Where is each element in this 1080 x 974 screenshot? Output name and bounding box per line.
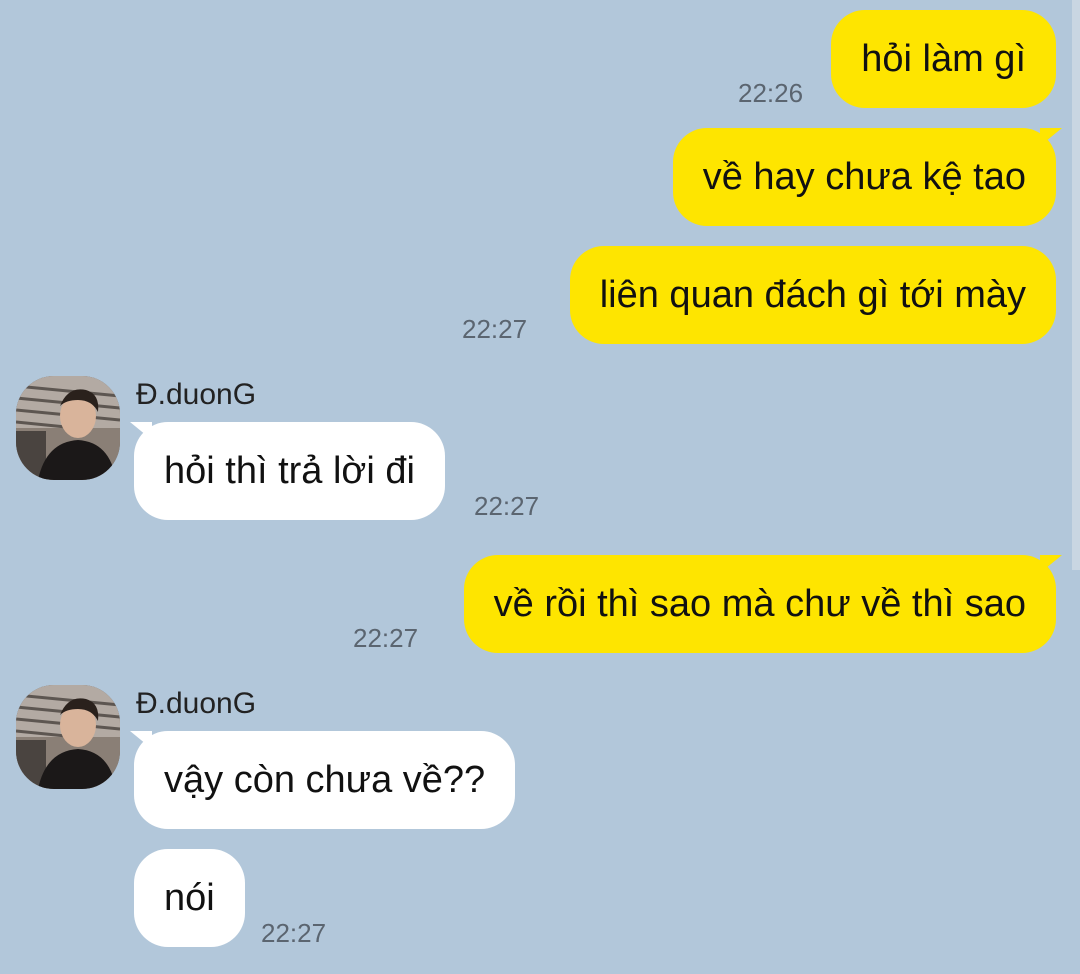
sender-name: Đ.duonG xyxy=(136,687,257,720)
message-bubble-outgoing[interactable]: về rồi thì sao mà chư về thì sao xyxy=(463,555,1056,653)
message-timestamp: 22:27 xyxy=(474,491,540,521)
message-bubble-incoming[interactable]: nói xyxy=(134,849,245,947)
scrollbar[interactable] xyxy=(1072,0,1080,570)
message-timestamp: 22:26 xyxy=(738,78,804,108)
person-photo-icon xyxy=(16,376,120,480)
message-text: hỏi làm gì xyxy=(861,38,1026,80)
message-text: về hay chưa kệ tao xyxy=(702,156,1026,198)
message-bubble-incoming[interactable]: vậy còn chưa về?? xyxy=(134,731,516,829)
message-text: liên quan đách gì tới mày xyxy=(599,274,1026,316)
message-text: hỏi thì trả lời đi xyxy=(164,450,415,492)
contact-avatar[interactable] xyxy=(16,685,120,789)
message-text: về rồi thì sao mà chư về thì sao xyxy=(493,583,1026,625)
person-photo-icon xyxy=(16,685,120,789)
message-text: vậy còn chưa về?? xyxy=(164,759,486,801)
bubble-tail xyxy=(130,731,152,749)
message-timestamp: 22:27 xyxy=(353,623,419,653)
bubble-tail xyxy=(130,422,152,440)
bubble-tail xyxy=(1040,128,1062,146)
contact-avatar[interactable] xyxy=(16,376,120,480)
message-text: nói xyxy=(164,877,215,919)
message-timestamp: 22:27 xyxy=(261,918,327,948)
message-timestamp: 22:27 xyxy=(462,314,528,344)
message-bubble-incoming[interactable]: hỏi thì trả lời đi xyxy=(134,422,445,520)
message-bubble-outgoing[interactable]: về hay chưa kệ tao xyxy=(672,128,1056,226)
message-bubble-outgoing[interactable]: hỏi làm gì xyxy=(831,10,1056,108)
chat-thread: hỏi làm gì 22:26 về hay chưa kệ tao liên… xyxy=(0,0,1080,974)
bubble-tail xyxy=(1040,555,1062,573)
sender-name: Đ.duonG xyxy=(136,378,257,411)
message-bubble-outgoing[interactable]: liên quan đách gì tới mày xyxy=(569,246,1056,344)
